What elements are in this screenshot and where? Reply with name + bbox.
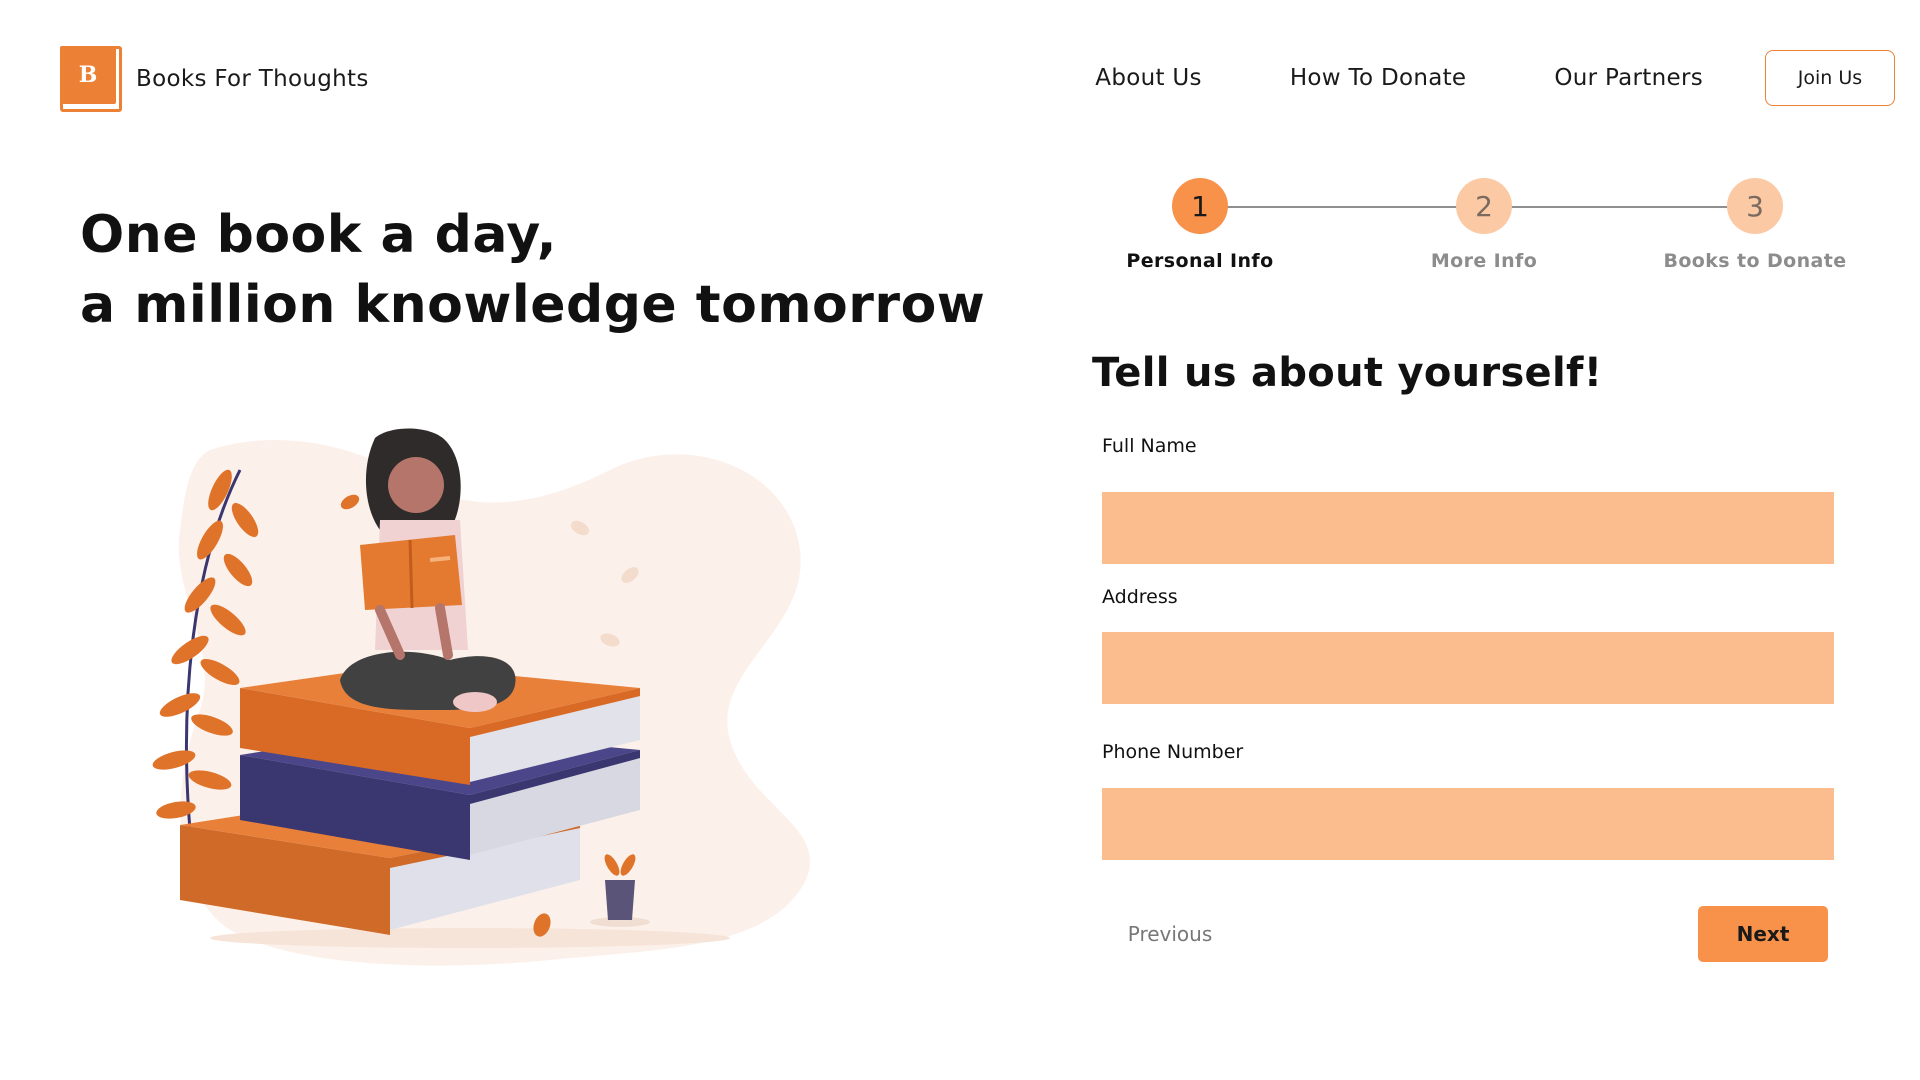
address-label: Address	[1102, 586, 1178, 608]
phone-number-label: Phone Number	[1102, 741, 1244, 763]
step-personal-info[interactable]: 1 Personal Info	[1080, 178, 1320, 272]
step-more-info[interactable]: 2 More Info	[1364, 178, 1604, 272]
main-nav: About Us How To Donate Our Partners Join…	[1095, 50, 1895, 106]
full-name-label: Full Name	[1102, 435, 1197, 457]
brand-name: Books For Thoughts	[136, 66, 369, 92]
address-input[interactable]	[1102, 632, 1834, 704]
nav-our-partners[interactable]: Our Partners	[1554, 65, 1703, 91]
step-3-label: Books to Donate	[1663, 250, 1847, 272]
step-books-to-donate[interactable]: 3 Books to Donate	[1635, 178, 1875, 272]
brand-logo[interactable]: B Books For Thoughts	[60, 46, 369, 112]
step-1-circle: 1	[1172, 178, 1228, 234]
progress-stepper: 1 Personal Info 2 More Info 3 Books to D…	[1090, 178, 1850, 288]
step-1-label: Personal Info	[1126, 250, 1274, 272]
form-title: Tell us about yourself!	[1092, 350, 1603, 396]
hero-title-line-1: One book a day,	[80, 205, 557, 265]
phone-number-input[interactable]	[1102, 788, 1834, 860]
previous-button[interactable]: Previous	[1110, 908, 1230, 960]
hero-title: One book a day, a million knowledge tomo…	[80, 200, 985, 340]
full-name-input[interactable]	[1102, 492, 1834, 564]
step-2-circle: 2	[1456, 178, 1512, 234]
next-button[interactable]: Next	[1698, 906, 1828, 962]
nav-how-to-donate[interactable]: How To Donate	[1290, 65, 1467, 91]
woman-reading-on-books-illustration	[152, 428, 811, 966]
step-3-circle: 3	[1727, 178, 1783, 234]
join-us-button[interactable]: Join Us	[1765, 50, 1895, 106]
book-logo-icon: B	[60, 46, 122, 112]
nav-about-us[interactable]: About Us	[1095, 65, 1202, 91]
hero-title-line-2: a million knowledge tomorrow	[80, 275, 986, 335]
step-2-label: More Info	[1430, 250, 1538, 272]
